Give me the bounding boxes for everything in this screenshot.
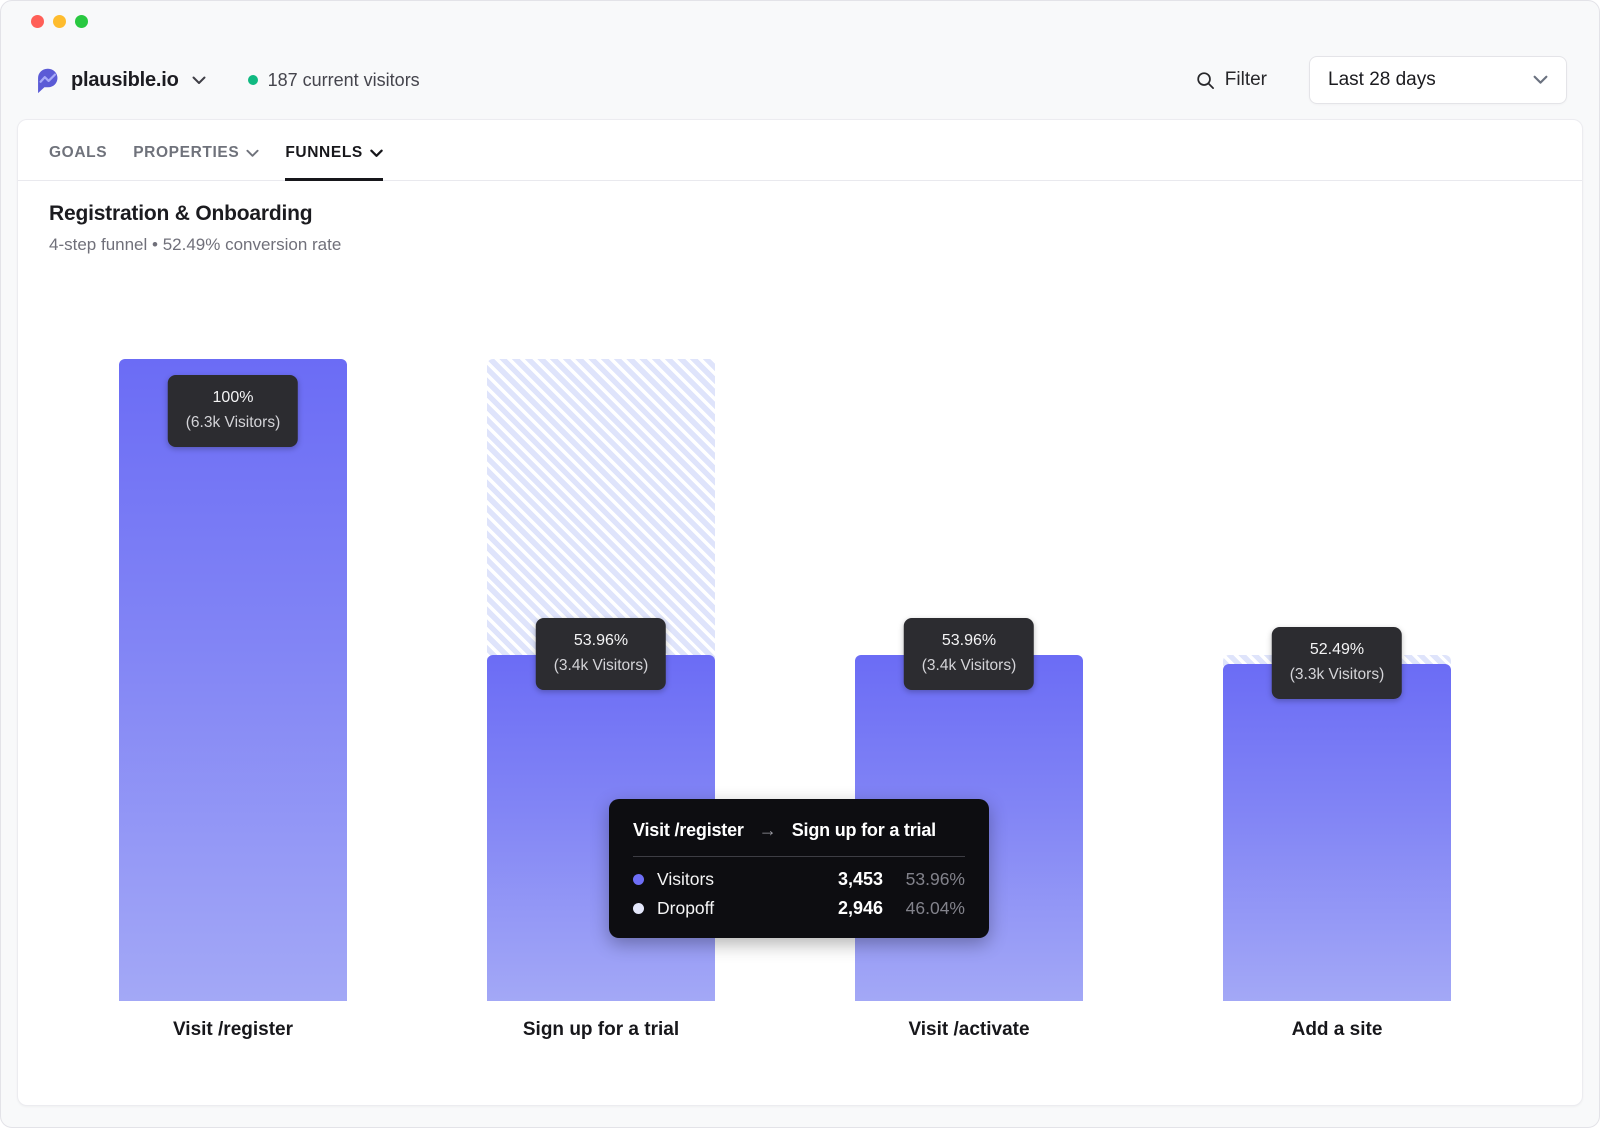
funnel-hover-tooltip: Visit /register → Sign up for a trial Vi… [609,799,989,938]
funnel-card: GOALS PROPERTIES FUNNELS Registration & … [17,119,1583,1106]
minimize-window-button[interactable] [53,15,66,28]
close-window-button[interactable] [31,15,44,28]
current-visitors-label: 187 current visitors [268,70,420,91]
chevron-down-icon [192,76,206,85]
dropoff-dot-icon [633,903,644,914]
tooltip-from-step: Visit /register [633,820,744,841]
date-range-select[interactable]: Last 28 days [1309,56,1567,104]
tooltip-row-label: Visitors [657,869,811,890]
funnel-step-4[interactable]: 52.49% (3.3k Visitors) Add a site [1223,255,1451,1047]
funnel-subtitle: 4-step funnel • 52.49% conversion rate [49,235,1582,255]
step-label: Visit /activate [855,1019,1083,1041]
chevron-down-icon [370,149,383,158]
tooltip-to-step: Sign up for a trial [792,820,936,841]
tab-goals-label: GOALS [49,144,107,162]
tooltip-row-visitors: Visitors 3,453 53.96% [633,869,965,890]
tooltip-header: Visit /register → Sign up for a trial [633,820,965,841]
report-tabs: GOALS PROPERTIES FUNNELS [18,120,1582,181]
step-badge: 100% (6.3k Visitors) [168,375,298,447]
funnel-step-1[interactable]: 100% (6.3k Visitors) Visit /register [119,255,347,1047]
tooltip-row-value: 3,453 [811,869,883,890]
site-switcher[interactable]: plausible.io [33,67,206,94]
filter-button[interactable]: Filter [1196,69,1267,91]
step-label: Sign up for a trial [487,1019,715,1041]
badge-percent: 53.96% [554,629,648,654]
funnel-title: Registration & Onboarding [49,202,1582,226]
zoom-window-button[interactable] [75,15,88,28]
tab-goals[interactable]: GOALS [49,144,107,181]
current-visitors[interactable]: 187 current visitors [248,70,420,91]
badge-visitors: (3.3k Visitors) [1290,663,1384,687]
tab-properties[interactable]: PROPERTIES [133,144,259,181]
badge-percent: 100% [186,386,280,411]
step-label: Add a site [1223,1019,1451,1041]
tooltip-row-percent: 46.04% [883,898,965,919]
step-badge: 52.49% (3.3k Visitors) [1272,627,1402,699]
site-name: plausible.io [71,69,179,92]
badge-percent: 52.49% [1290,638,1384,663]
tab-funnels-label: FUNNELS [285,144,363,162]
window-controls [31,15,88,28]
chevron-down-icon [246,149,259,158]
search-icon [1196,71,1215,90]
live-dot-icon [248,75,258,85]
funnel-bar[interactable] [119,359,347,1001]
dashboard-header: plausible.io 187 current visitors Filter… [1,41,1599,119]
step-badge: 53.96% (3.4k Visitors) [904,618,1034,690]
badge-percent: 53.96% [922,629,1016,654]
chevron-down-icon [1533,75,1548,85]
tab-properties-label: PROPERTIES [133,144,239,162]
tooltip-row-label: Dropoff [657,898,811,919]
filter-label: Filter [1225,69,1267,91]
funnel-chart: 100% (6.3k Visitors) Visit /register 53.… [18,255,1582,1047]
header-actions: Filter Last 28 days [1196,56,1567,104]
badge-visitors: (6.3k Visitors) [186,411,280,435]
tooltip-divider [633,856,965,857]
tooltip-row-dropoff: Dropoff 2,946 46.04% [633,898,965,919]
funnel-bar[interactable] [1223,664,1451,1001]
step-badge: 53.96% (3.4k Visitors) [536,618,666,690]
badge-visitors: (3.4k Visitors) [922,654,1016,678]
visitors-dot-icon [633,874,644,885]
titlebar [1,1,1599,41]
badge-visitors: (3.4k Visitors) [554,654,648,678]
tooltip-row-value: 2,946 [811,898,883,919]
plausible-logo-icon [33,67,60,94]
tooltip-row-percent: 53.96% [883,869,965,890]
arrow-right-icon: → [759,820,777,841]
app-window: plausible.io 187 current visitors Filter… [0,0,1600,1128]
step-label: Visit /register [119,1019,347,1041]
tab-funnels[interactable]: FUNNELS [285,144,383,181]
date-range-value: Last 28 days [1328,69,1436,91]
